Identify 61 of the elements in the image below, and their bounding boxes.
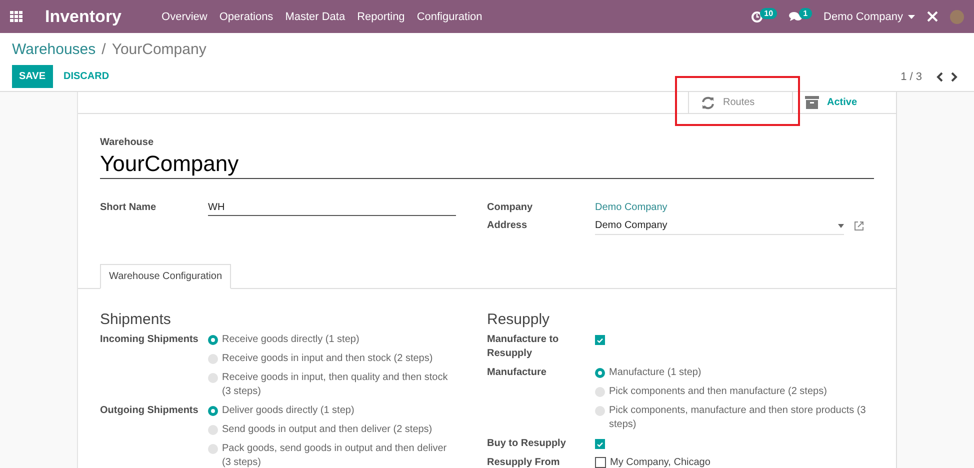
tab[interactable]: Warehouse Configuration [100, 264, 232, 289]
radio-option[interactable]: Pick components, manufacture and then store products (3 steps) [595, 404, 874, 432]
short-name-input[interactable]: WH [208, 201, 456, 216]
menu-item[interactable]: Operations [219, 10, 274, 22]
count-badge: 10 [760, 8, 778, 19]
checkbox[interactable] [595, 439, 605, 449]
pager-counter: 1 / 3 [900, 70, 922, 82]
field-label: Manufacture [487, 366, 546, 380]
section-heading: Resupply [487, 311, 551, 328]
radio-button[interactable] [208, 444, 218, 454]
radio-button[interactable] [595, 368, 605, 378]
company-link[interactable]: Demo Company [595, 201, 668, 215]
clock-icon[interactable] [751, 10, 764, 22]
radio-button[interactable] [595, 406, 605, 416]
field-label: Address [487, 219, 528, 233]
radio-button[interactable] [208, 425, 218, 435]
menu-item[interactable]: Master Data [285, 10, 346, 22]
radio-option[interactable]: Receive goods in input and then stock (2 steps) [208, 352, 456, 366]
tools-icon[interactable] [927, 11, 938, 22]
archive-icon [805, 96, 819, 109]
menu-item[interactable]: Overview [162, 10, 208, 22]
caret-icon [908, 14, 915, 18]
breadcrumb-current: YourCompany [112, 41, 206, 60]
address-select[interactable]: Demo Company [595, 219, 844, 235]
radio-option[interactable]: Send goods in output and then deliver (2 steps) [208, 423, 456, 437]
company-switcher[interactable]: Demo Company [824, 10, 915, 22]
field-label: Outgoing Shipments [100, 404, 198, 418]
app-name: Inventory [45, 6, 122, 26]
discard-button[interactable]: DISCARD [52, 65, 120, 88]
breadcrumb-link[interactable]: Warehouses [12, 41, 96, 63]
radio-option[interactable]: Pick components and then manufacture (2 steps) [595, 385, 874, 399]
radio-button[interactable] [208, 373, 218, 383]
radio-button[interactable] [208, 354, 218, 364]
radio-option[interactable]: Receive goods directly (1 step) [208, 333, 456, 347]
apps-grid-icon[interactable] [10, 11, 23, 22]
breadcrumb-separator: / [102, 41, 106, 60]
menu-item[interactable]: Configuration [416, 10, 482, 22]
refresh-icon [701, 96, 715, 110]
field-label: Short Name [100, 201, 156, 215]
field-label: Company [487, 201, 533, 215]
caret-icon [838, 224, 844, 228]
checkbox[interactable] [595, 335, 605, 345]
save-button[interactable]: SAVE [12, 65, 52, 88]
field-label: Manufacture to Resupply [487, 333, 560, 361]
radio-button[interactable] [208, 335, 218, 345]
external-link-icon[interactable] [854, 221, 864, 231]
radio-button[interactable] [595, 387, 605, 397]
field-label: Warehouse [100, 137, 154, 148]
field-label: Resupply From [487, 456, 560, 468]
radio-button[interactable] [208, 406, 218, 416]
field-label: Incoming Shipments [100, 333, 198, 347]
radio-option[interactable]: Receive goods in input, then quality and then stock (3 steps) [208, 371, 456, 399]
menu-item[interactable]: Reporting [357, 10, 405, 22]
checkbox[interactable] [595, 457, 606, 468]
radio-option[interactable]: Deliver goods directly (1 step) [208, 404, 456, 418]
radio-option[interactable]: Pack goods, send goods in output and then deliver (3 steps) [208, 442, 456, 468]
radio-option[interactable]: Manufacture (1 step) [595, 366, 874, 380]
field-label: Buy to Resupply [487, 437, 566, 451]
count-badge: 1 [799, 8, 812, 19]
checkbox-option[interactable]: My Company, Chicago [595, 456, 874, 468]
section-heading: Shipments [100, 311, 172, 328]
